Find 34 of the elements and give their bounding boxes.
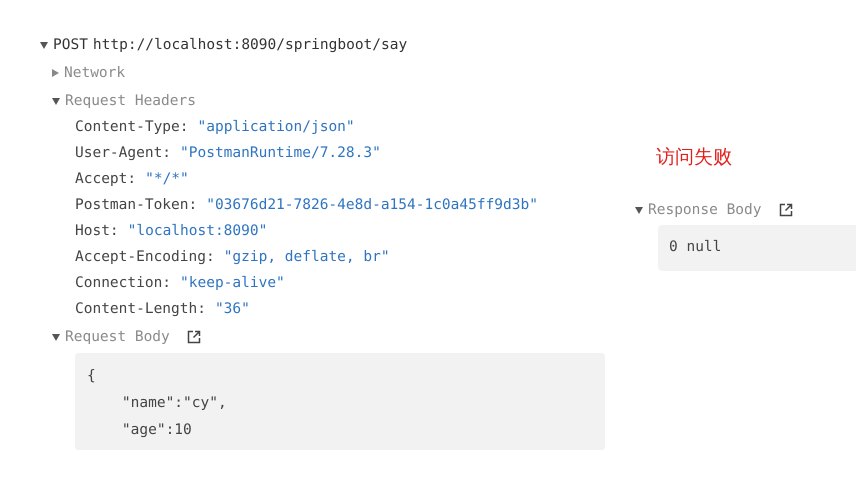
header-value: "*/*" xyxy=(145,171,189,187)
code-line: { xyxy=(87,367,96,386)
annotation-text: 访问失败 xyxy=(656,145,732,170)
header-name: Content-Length: xyxy=(75,301,206,317)
header-name: Host: xyxy=(75,223,119,239)
header-name: Connection: xyxy=(75,275,172,291)
open-external-icon[interactable] xyxy=(186,330,201,344)
request-url: http://localhost:8090/springboot/say xyxy=(92,37,408,53)
section-title[interactable]: Request Headers xyxy=(65,93,196,109)
caret-down-icon[interactable] xyxy=(52,98,60,104)
header-name: User-Agent: xyxy=(75,145,172,161)
header-value: "application/json" xyxy=(198,119,355,135)
section-title[interactable]: Request Body xyxy=(65,329,170,345)
caret-down-icon[interactable] xyxy=(40,42,48,48)
open-external-icon[interactable] xyxy=(778,203,792,217)
caret-down-icon[interactable] xyxy=(52,334,60,340)
code-line: "age":10 xyxy=(120,421,192,440)
header-name: Accept-Encoding: xyxy=(75,249,215,265)
code-line: 0 null xyxy=(669,239,722,255)
header-value: "gzip, deflate, br" xyxy=(224,249,390,265)
header-value: "03676d21-7826-4e8d-a154-1c0a45ff9d3b" xyxy=(206,197,538,213)
section-title[interactable]: Network xyxy=(64,65,126,81)
section-title[interactable]: Response Body xyxy=(648,202,762,218)
code-line: "name":"cy", xyxy=(120,394,227,413)
header-name: Content-Type: xyxy=(75,119,188,135)
header-value: "36" xyxy=(214,301,250,317)
header-value: "PostmanRuntime/7.28.3" xyxy=(180,145,381,161)
header-name: Accept: xyxy=(75,171,136,187)
caret-down-icon[interactable] xyxy=(635,206,643,214)
header-value: "keep-alive" xyxy=(180,275,285,291)
request-method: POST xyxy=(53,37,88,53)
caret-right-icon[interactable] xyxy=(52,69,59,77)
header-name: Postman-Token: xyxy=(75,197,198,213)
header-value: "localhost:8090" xyxy=(128,223,268,239)
